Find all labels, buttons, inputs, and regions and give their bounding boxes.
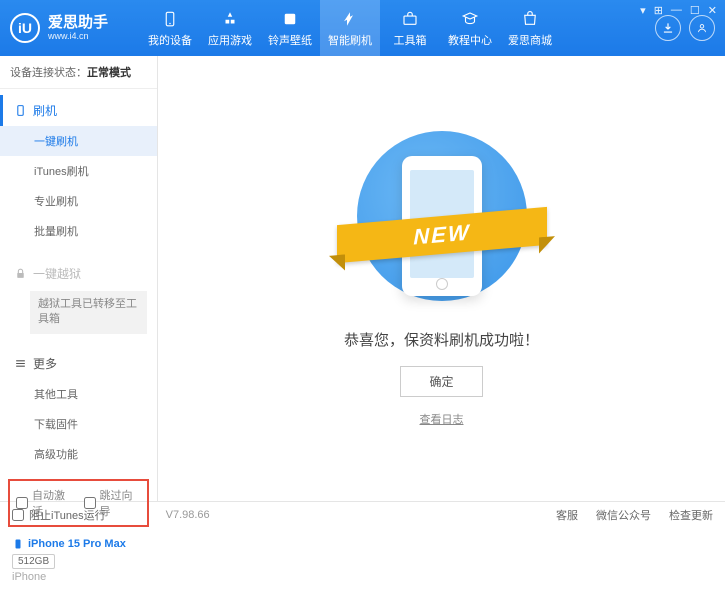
toolbox-icon xyxy=(400,9,420,29)
sidebar-item-oneclick[interactable]: 一键刷机 xyxy=(0,126,157,156)
download-button[interactable] xyxy=(655,15,681,41)
nav-label: 应用游戏 xyxy=(208,32,252,48)
list-icon xyxy=(14,357,27,370)
close-icon[interactable]: ✕ xyxy=(708,4,717,17)
sidebar-jailbreak-header[interactable]: 一键越狱 xyxy=(0,258,157,289)
app-name: 爱思助手 xyxy=(48,15,108,32)
phone-icon xyxy=(12,537,24,551)
checkbox-block-itunes[interactable]: 阻止iTunes运行 xyxy=(12,507,106,523)
nav-ringtone[interactable]: 铃声壁纸 xyxy=(260,0,320,56)
sidebar-item-other[interactable]: 其他工具 xyxy=(0,379,157,409)
nav-label: 我的设备 xyxy=(148,32,192,48)
confirm-button[interactable]: 确定 xyxy=(400,366,482,397)
device-icon xyxy=(160,9,180,29)
nav-apps[interactable]: 应用游戏 xyxy=(200,0,260,56)
sidebar-more-header[interactable]: 更多 xyxy=(0,348,157,379)
tutorial-icon xyxy=(460,9,480,29)
nav-label: 智能刷机 xyxy=(328,32,372,48)
footer-wechat[interactable]: 微信公众号 xyxy=(596,507,651,523)
sidebar-item-itunes[interactable]: iTunes刷机 xyxy=(0,156,157,186)
app-logo: iU 爱思助手 www.i4.cn xyxy=(10,13,140,43)
flash-icon xyxy=(340,9,360,29)
connection-status: 设备连接状态：正常模式 xyxy=(0,56,157,89)
sidebar-flash-header[interactable]: 刷机 xyxy=(0,95,157,126)
phone-icon xyxy=(14,104,27,117)
grid-icon[interactable]: ⊞ xyxy=(654,4,663,17)
nav-toolbox[interactable]: 工具箱 xyxy=(380,0,440,56)
minimize-icon[interactable]: — xyxy=(671,4,682,17)
device-type: iPhone xyxy=(12,571,145,583)
nav-tutorial[interactable]: 教程中心 xyxy=(440,0,500,56)
footer-support[interactable]: 客服 xyxy=(556,507,578,523)
success-message: 恭喜您，保资料刷机成功啦！ xyxy=(344,329,539,350)
nav-label: 教程中心 xyxy=(448,32,492,48)
nav-label: 爱思商城 xyxy=(508,32,552,48)
user-button[interactable] xyxy=(689,15,715,41)
apps-icon xyxy=(220,9,240,29)
sidebar-item-download[interactable]: 下载固件 xyxy=(0,409,157,439)
store-icon xyxy=(520,9,540,29)
footer-update[interactable]: 检查更新 xyxy=(669,507,713,523)
device-name[interactable]: iPhone 15 Pro Max xyxy=(12,537,145,551)
device-info: iPhone 15 Pro Max 512GB iPhone xyxy=(0,531,157,589)
nav-flash[interactable]: 智能刷机 xyxy=(320,0,380,56)
logo-icon: iU xyxy=(10,13,40,43)
nav-label: 铃声壁纸 xyxy=(268,32,312,48)
sidebar-item-batch[interactable]: 批量刷机 xyxy=(0,216,157,246)
view-log-link[interactable]: 查看日志 xyxy=(420,411,464,427)
storage-badge: 512GB xyxy=(12,554,55,569)
maximize-icon[interactable]: ☐ xyxy=(690,4,700,17)
sidebar-item-pro[interactable]: 专业刷机 xyxy=(0,186,157,216)
success-illustration: NEW xyxy=(342,131,542,311)
menu-icon[interactable]: ▾ xyxy=(640,4,646,17)
app-url: www.i4.cn xyxy=(48,31,108,41)
ringtone-icon xyxy=(280,9,300,29)
nav-my-device[interactable]: 我的设备 xyxy=(140,0,200,56)
sidebar-jailbreak-note: 越狱工具已转移至工具箱 xyxy=(30,291,147,334)
version-label: V7.98.66 xyxy=(166,509,210,521)
nav-label: 工具箱 xyxy=(394,32,427,48)
nav-store[interactable]: 爱思商城 xyxy=(500,0,560,56)
lock-icon xyxy=(14,267,27,280)
sidebar-item-advanced[interactable]: 高级功能 xyxy=(0,439,157,469)
